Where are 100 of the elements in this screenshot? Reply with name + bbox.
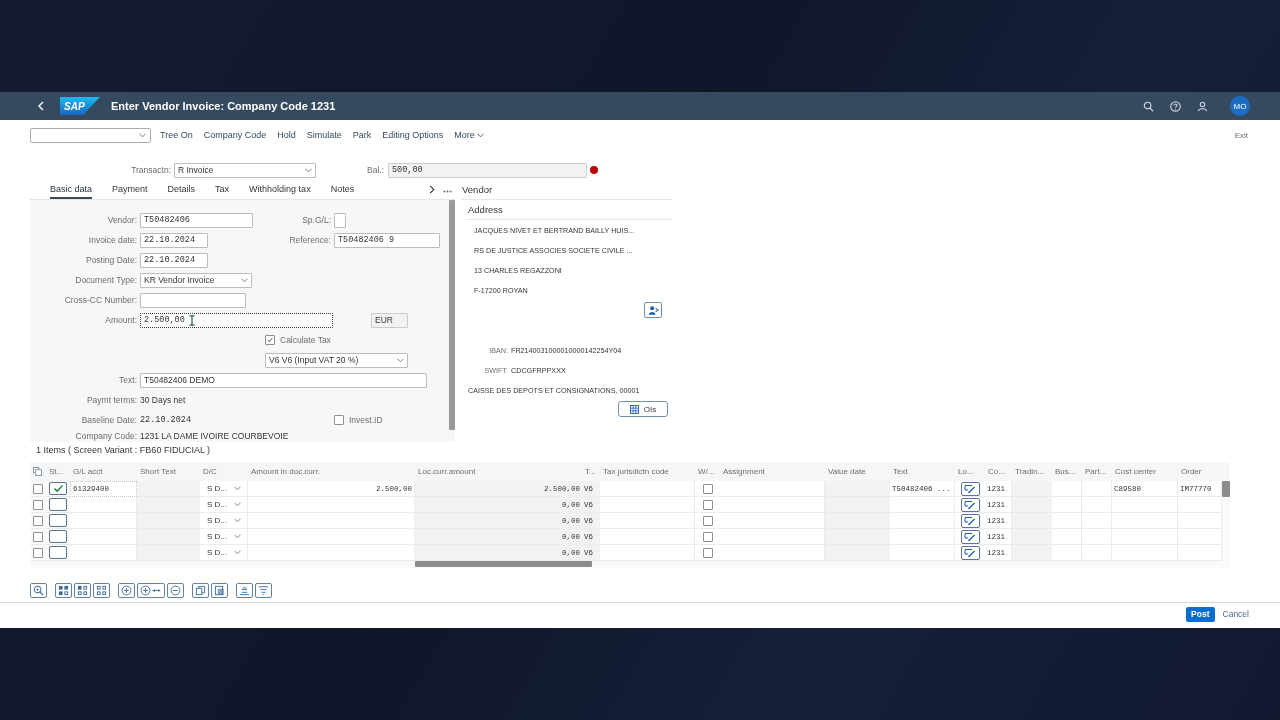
table-tool-button[interactable] (74, 583, 91, 598)
edit-button[interactable] (960, 481, 980, 496)
column-header[interactable]: Amount in doc.curr. (251, 467, 320, 476)
column-header[interactable]: Lo... (958, 467, 974, 476)
help-icon[interactable] (1170, 100, 1181, 112)
column-header[interactable]: G/L acct (73, 467, 103, 476)
toolbar-button[interactable]: Park (352, 130, 372, 140)
edit-button[interactable] (960, 513, 980, 528)
scrollbar-thumb[interactable] (449, 200, 455, 430)
column-header[interactable]: Value date (828, 467, 866, 476)
dc-dropdown[interactable]: S D... (200, 513, 248, 529)
date-field[interactable]: 22.10.2024 (140, 232, 208, 248)
document-type-dropdown[interactable]: KR Vendor Invoice (140, 272, 252, 288)
dc-dropdown[interactable]: S D... (200, 481, 248, 497)
edit-button[interactable] (960, 529, 980, 544)
tab[interactable]: Tax (215, 180, 230, 199)
checkbox[interactable] (702, 547, 713, 558)
command-dropdown[interactable] (30, 127, 151, 143)
checkbox[interactable] (702, 531, 713, 542)
row-checkbox[interactable] (33, 515, 43, 526)
checkbox[interactable] (334, 415, 344, 425)
toolbar-button[interactable]: Hold (277, 130, 296, 140)
column-header[interactable]: Cost center (1115, 467, 1156, 476)
exit-button[interactable]: Exit (1234, 130, 1248, 140)
tab[interactable]: Payment (112, 180, 148, 199)
input-cell[interactable] (248, 545, 415, 561)
more-button[interactable]: More (454, 130, 484, 140)
column-header[interactable]: St... (49, 467, 64, 476)
row-checkbox[interactable] (33, 499, 43, 510)
checkbox[interactable] (265, 335, 275, 345)
dc-dropdown[interactable]: S D... (200, 545, 248, 561)
table-tool-button[interactable] (137, 583, 165, 598)
open-items-button[interactable]: OIs (618, 401, 668, 417)
table-tool-button[interactable] (192, 583, 209, 598)
edit-button[interactable] (960, 497, 980, 512)
tab[interactable]: Withholding tax (249, 180, 311, 199)
table-tool-button[interactable] (30, 583, 47, 598)
table-tool-button[interactable] (255, 583, 272, 598)
status-button[interactable] (49, 546, 67, 559)
scrollbar-thumb[interactable] (415, 561, 592, 567)
dc-dropdown[interactable]: S D... (200, 497, 248, 513)
status-button[interactable] (49, 514, 67, 527)
person-icon[interactable] (1197, 100, 1208, 112)
amount-field[interactable]: 2.500,00 (140, 312, 333, 328)
checkbox[interactable] (702, 499, 713, 510)
table-tool-button[interactable] (55, 583, 72, 598)
checkbox[interactable] (702, 483, 713, 494)
input-cell[interactable] (1178, 497, 1222, 513)
date-field[interactable]: 22.10.2024 (140, 252, 208, 268)
input-field[interactable] (334, 212, 346, 228)
back-icon[interactable] (37, 101, 45, 111)
column-header[interactable]: Assignment (723, 467, 765, 476)
toolbar-button[interactable]: Company Code (203, 130, 267, 140)
column-header[interactable]: Co... (988, 467, 1005, 476)
edit-button[interactable] (960, 545, 980, 560)
search-icon[interactable] (1143, 100, 1154, 112)
row-checkbox[interactable] (33, 483, 43, 494)
reference-field[interactable]: T50482406 9 (334, 232, 440, 248)
table-tool-button[interactable] (118, 583, 135, 598)
column-header[interactable]: W/... (698, 467, 715, 476)
input-cell[interactable] (70, 497, 137, 513)
chevron-right-icon[interactable] (429, 185, 435, 194)
column-header[interactable]: Text (893, 467, 908, 476)
toolbar-button[interactable]: Editing Options (382, 130, 444, 140)
column-header[interactable]: Bus... (1055, 467, 1076, 476)
currency-field[interactable]: EUR (371, 312, 408, 328)
post-button[interactable]: Post (1186, 606, 1215, 622)
select-all-icon[interactable] (33, 467, 42, 476)
table-tool-button[interactable] (236, 583, 253, 598)
toolbar-button[interactable]: Tree On (160, 130, 193, 140)
toolbar-button[interactable]: Simulate (306, 130, 342, 140)
column-header[interactable]: Tax jurisdictn code (603, 467, 669, 476)
tax-code-dropdown[interactable]: V6 V6 (Input VAT 20 %) (265, 352, 408, 368)
tab[interactable]: Details (167, 180, 196, 199)
table-tool-button[interactable] (93, 583, 110, 598)
column-header[interactable]: Tradin... (1015, 467, 1045, 476)
column-header[interactable]: Loc.curr.amount (418, 467, 476, 476)
contact-button[interactable] (644, 302, 662, 318)
checkbox[interactable] (702, 515, 713, 526)
column-header[interactable]: Short Text (140, 467, 176, 476)
input-field[interactable] (140, 292, 246, 308)
status-button[interactable] (49, 482, 67, 495)
table-tool-button[interactable] (211, 583, 228, 598)
tab[interactable]: Notes (330, 180, 355, 199)
transaction-dropdown[interactable]: R Invoice (174, 162, 316, 178)
column-header[interactable]: D/C (203, 467, 217, 476)
status-button[interactable] (49, 530, 67, 543)
table-tool-button[interactable] (167, 583, 184, 598)
cancel-button[interactable]: Cancel (1222, 609, 1249, 619)
row-checkbox[interactable] (33, 531, 43, 542)
user-avatar[interactable]: MO (1230, 96, 1250, 116)
overflow-icon[interactable] (443, 190, 452, 193)
column-header[interactable]: T... (585, 467, 596, 476)
column-header[interactable]: Part... (1085, 467, 1107, 476)
row-checkbox[interactable] (33, 547, 43, 558)
scrollbar-thumb[interactable] (1222, 481, 1230, 497)
dc-dropdown[interactable]: S D... (200, 529, 248, 545)
vendor-field[interactable]: T50482406 (140, 212, 253, 228)
column-header[interactable]: Order (1181, 467, 1202, 476)
status-button[interactable] (49, 498, 67, 511)
